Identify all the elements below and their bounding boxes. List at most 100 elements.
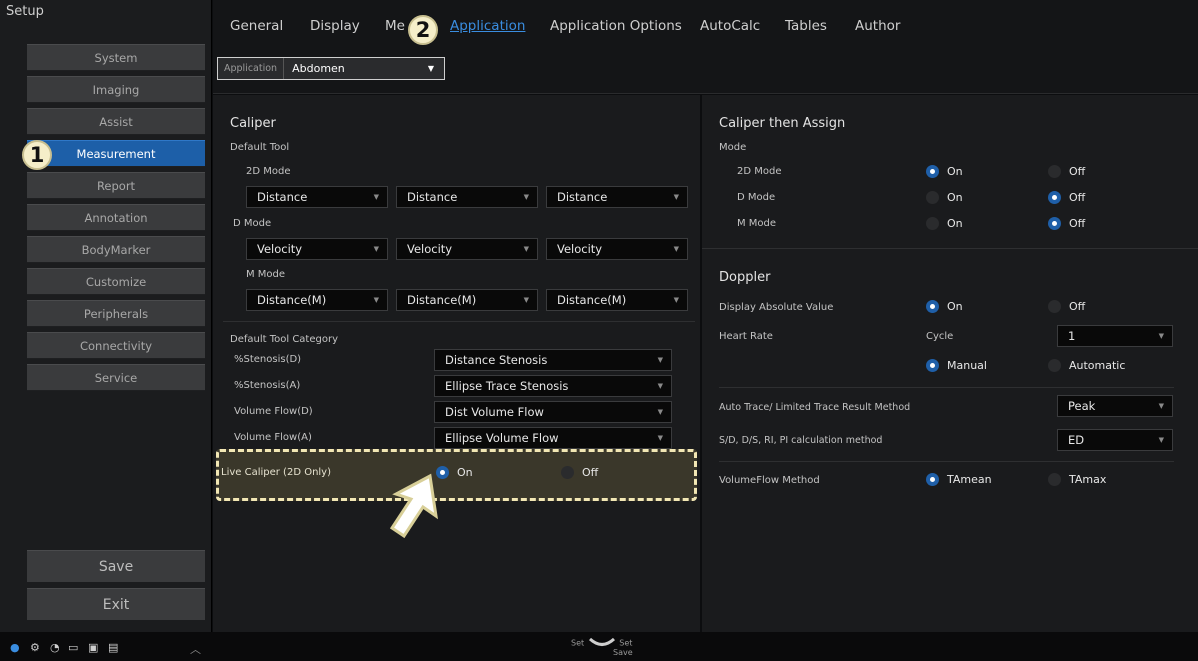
cycle-label: Cycle xyxy=(926,331,954,342)
dropdown-arrow-icon: ▼ xyxy=(1158,402,1164,410)
setup-sidebar: Setup System Imaging Assist Measurement … xyxy=(0,0,212,632)
tab-application[interactable]: Application xyxy=(450,18,525,34)
dropdown-arrow-icon: ▼ xyxy=(523,245,529,253)
radio-unselected-icon xyxy=(1048,359,1061,372)
dropdown-value: Distance xyxy=(407,190,458,204)
dropdown-value: Peak xyxy=(1068,399,1096,413)
dropdown-value: Distance(M) xyxy=(407,293,477,307)
pointer-arrow-icon xyxy=(389,473,438,539)
sd-calc-label: S/D, D/S, RI, PI calculation method xyxy=(719,435,883,446)
trackball-indicator: Set Set Save xyxy=(571,636,633,657)
sidebar-item-customize[interactable]: Customize xyxy=(27,268,205,295)
dropdown-2d-1[interactable]: Distance ▼ xyxy=(246,186,388,208)
radio-unselected-icon xyxy=(1048,165,1061,178)
dropdown-d-1[interactable]: Velocity ▼ xyxy=(246,238,388,260)
assign-2d-on-radio[interactable]: On xyxy=(926,165,963,178)
dropdown-stenosis-a[interactable]: Ellipse Trace Stenosis ▼ xyxy=(434,375,672,397)
volumeflow-tamean-radio[interactable]: TAmean xyxy=(926,473,992,486)
heart-rate-automatic-radio[interactable]: Automatic xyxy=(1048,359,1125,372)
network-icon[interactable]: ⚙ xyxy=(30,641,40,654)
step-badge-2: 2 xyxy=(408,15,438,45)
tab-general[interactable]: General xyxy=(230,18,283,34)
display-absolute-on-radio[interactable]: On xyxy=(926,300,963,313)
dropdown-m-2[interactable]: Distance(M) ▼ xyxy=(396,289,538,311)
dropdown-m-3[interactable]: Distance(M) ▼ xyxy=(546,289,688,311)
sidebar-item-system[interactable]: System xyxy=(27,44,205,71)
exit-button[interactable]: Exit xyxy=(27,588,205,620)
assign-m-off-radio[interactable]: Off xyxy=(1048,217,1085,230)
dropdown-value: Distance xyxy=(557,190,608,204)
dropdown-value: Velocity xyxy=(557,242,603,256)
radio-selected-icon xyxy=(1048,217,1061,230)
dropdown-arrow-icon: ▼ xyxy=(1158,436,1164,444)
dropdown-arrow-icon: ▼ xyxy=(657,408,663,416)
dropdown-2d-3[interactable]: Distance ▼ xyxy=(546,186,688,208)
live-caliper-highlight: Live Caliper (2D Only) On Off xyxy=(216,449,697,501)
tab-tables[interactable]: Tables xyxy=(785,18,827,34)
assign-d-off-radio[interactable]: Off xyxy=(1048,191,1085,204)
sidebar-item-imaging[interactable]: Imaging xyxy=(27,76,205,103)
radio-selected-icon xyxy=(1048,191,1061,204)
sidebar-item-assist[interactable]: Assist xyxy=(27,108,205,135)
dropdown-arrow-icon: ▼ xyxy=(657,434,663,442)
dropdown-m-1[interactable]: Distance(M) ▼ xyxy=(246,289,388,311)
dropdown-arrow-icon: ▼ xyxy=(657,356,663,364)
dropdown-d-3[interactable]: Velocity ▼ xyxy=(546,238,688,260)
divider xyxy=(719,461,1174,462)
assign-m-on-radio[interactable]: On xyxy=(926,217,963,230)
tab-application-options[interactable]: Application Options xyxy=(550,18,682,34)
heart-rate-label: Heart Rate xyxy=(719,331,773,342)
doppler-heading: Doppler xyxy=(719,270,771,285)
assign-2d-off-radio[interactable]: Off xyxy=(1048,165,1085,178)
sidebar-item-report[interactable]: Report xyxy=(27,172,205,199)
tab-display[interactable]: Display xyxy=(310,18,360,34)
bottom-status-bar: ● ⚙ ◔ ▭ ▣ ▤ ︿ Set Set Save xyxy=(0,632,1198,661)
sidebar-item-bodymarker[interactable]: BodyMarker xyxy=(27,236,205,263)
auto-trace-label: Auto Trace/ Limited Trace Result Method xyxy=(719,402,911,413)
auto-trace-dropdown[interactable]: Peak ▼ xyxy=(1057,395,1173,417)
live-caliper-off-radio[interactable]: Off xyxy=(561,466,598,479)
dropdown-volume-flow-a[interactable]: Ellipse Volume Flow ▼ xyxy=(434,427,672,449)
tab-author[interactable]: Author xyxy=(855,18,900,34)
sidebar-item-peripherals[interactable]: Peripherals xyxy=(27,300,205,327)
mode-label-m: M Mode xyxy=(246,269,286,280)
storage-icon[interactable]: ▭ xyxy=(68,641,78,654)
radio-selected-icon xyxy=(926,359,939,372)
sidebar-item-connectivity[interactable]: Connectivity xyxy=(27,332,205,359)
application-select[interactable]: Application Abdomen ▼ xyxy=(217,57,445,80)
assign-row-m-label: M Mode xyxy=(737,218,777,229)
tab-measurement[interactable]: Me xyxy=(385,18,405,34)
assign-row-2d-label: 2D Mode xyxy=(737,166,782,177)
dropdown-arrow-icon: ▼ xyxy=(373,193,379,201)
sidebar-item-annotation[interactable]: Annotation xyxy=(27,204,205,231)
printer-icon[interactable]: ▤ xyxy=(108,641,118,654)
assign-d-on-radio[interactable]: On xyxy=(926,191,963,204)
sd-calc-dropdown[interactable]: ED ▼ xyxy=(1057,429,1173,451)
sidebar-item-service[interactable]: Service xyxy=(27,364,205,391)
user-icon[interactable]: ● xyxy=(10,641,20,654)
default-tool-category-label: Default Tool Category xyxy=(230,334,338,345)
tab-autocalc[interactable]: AutoCalc xyxy=(700,18,760,34)
dropdown-arrow-icon: ▼ xyxy=(373,296,379,304)
dropdown-value: Ellipse Volume Flow xyxy=(445,431,559,445)
clock-icon[interactable]: ◔ xyxy=(50,641,60,654)
volumeflow-tamax-radio[interactable]: TAmax xyxy=(1048,473,1106,486)
save-button[interactable]: Save xyxy=(27,550,205,582)
radio-selected-icon xyxy=(926,473,939,486)
heart-rate-manual-radio[interactable]: Manual xyxy=(926,359,987,372)
chevron-up-icon[interactable]: ︿ xyxy=(190,641,201,657)
dropdown-stenosis-d[interactable]: Distance Stenosis ▼ xyxy=(434,349,672,371)
radio-label: Off xyxy=(1069,191,1086,204)
dropdown-value: Ellipse Trace Stenosis xyxy=(445,379,569,393)
radio-selected-icon xyxy=(926,300,939,313)
radio-label: Off xyxy=(582,466,599,479)
display-absolute-off-radio[interactable]: Off xyxy=(1048,300,1085,313)
sidebar-item-measurement[interactable]: Measurement xyxy=(27,140,205,167)
video-icon[interactable]: ▣ xyxy=(88,641,98,654)
dropdown-2d-2[interactable]: Distance ▼ xyxy=(396,186,538,208)
cycle-dropdown[interactable]: 1 ▼ xyxy=(1057,325,1173,347)
dropdown-d-2[interactable]: Velocity ▼ xyxy=(396,238,538,260)
radio-unselected-icon xyxy=(1048,473,1061,486)
dropdown-arrow-icon: ▼ xyxy=(373,245,379,253)
dropdown-volume-flow-d[interactable]: Dist Volume Flow ▼ xyxy=(434,401,672,423)
